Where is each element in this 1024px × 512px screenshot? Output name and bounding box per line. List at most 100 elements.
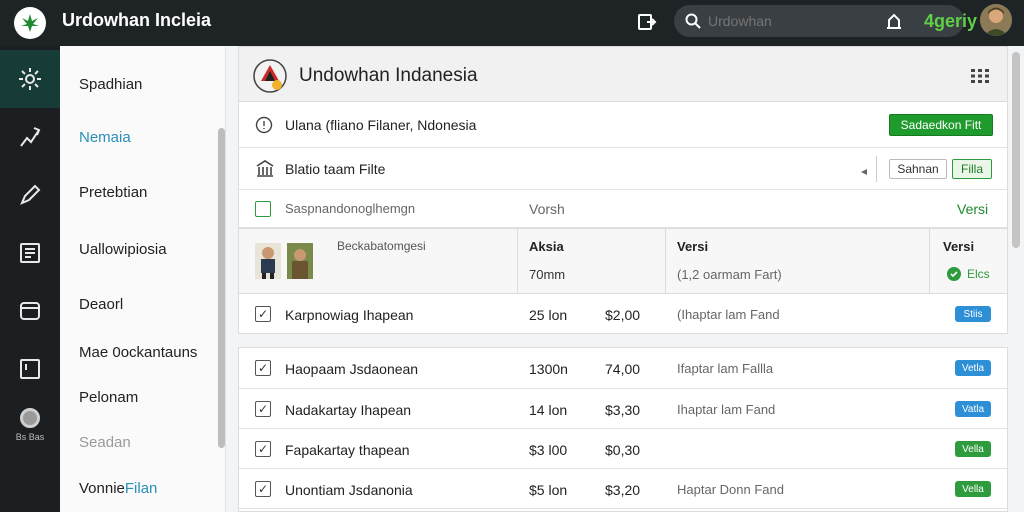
app-title: Urdowhan Incleia — [62, 10, 212, 30]
row-desc: Ihaptar lam Fand — [677, 402, 776, 417]
top-bar: Urdowhan Incleia 4geriy — [0, 0, 1024, 46]
table-row[interactable]: ✓ Fapakartay thapean $3 l00 $0,30 Vella — [239, 429, 1007, 469]
page-title: Undowhan Indanesia — [299, 65, 478, 86]
table-card: ✓ Haopaam Jsdaonean 1300n 74,00 Ifaptar … — [238, 347, 1008, 512]
table-header: Beckabatomgesi Aksia 70mm Versi (1,2 oar… — [238, 228, 1008, 295]
primary-action-button[interactable]: Sadaedkon Fitt — [889, 114, 993, 136]
row-desc: Haptar Donn Fand — [677, 482, 784, 497]
row-price: $2,00 — [605, 307, 641, 323]
pencil-chart-icon[interactable] — [0, 108, 60, 166]
sidebar-item-label: Vonnie — [79, 480, 125, 497]
divider — [876, 156, 877, 182]
select-right-label: Versi — [957, 201, 989, 217]
col-header-c[interactable]: Versi — [943, 239, 974, 254]
column-divider — [517, 229, 518, 295]
status-badge[interactable]: Vetla — [955, 360, 991, 376]
info-icon — [255, 116, 273, 134]
edit-icon[interactable] — [0, 166, 60, 224]
main-panel: Undowhan Indanesia Ulana (fliano Filaner… — [238, 46, 1008, 512]
column-divider — [929, 229, 930, 295]
search-input[interactable] — [708, 13, 848, 29]
gear-icon[interactable] — [0, 50, 60, 108]
info-row: Ulana (fliano Filaner, Ndonesia Sadaedko… — [238, 102, 1008, 148]
row-name: Fapakartay thapean — [285, 442, 410, 458]
leaf-logo-icon[interactable] — [14, 7, 46, 39]
row-name: Karpnowiag Ihapean — [285, 307, 414, 323]
row-name: Unontiam Jsdanonia — [285, 482, 413, 498]
icon-rail: Bs Bas — [0, 46, 60, 512]
table-row[interactable]: ✓ Nadakartay Ihapean 14 lon $3,30 Ihapta… — [239, 389, 1007, 429]
status-badge[interactable]: Vella — [955, 441, 991, 457]
status-text: 4geriy — [924, 10, 978, 31]
sidebar-item-accent: Filan — [124, 480, 158, 497]
rail-footer-label: Bs Bas — [15, 432, 45, 442]
search-bar[interactable]: 4geriy — [674, 5, 977, 37]
col-header-b-sub: (1,2 oarmam Fart) — [677, 267, 782, 282]
select-all-row: Saspnandonoglhemgn Vorsh Versi — [238, 190, 1008, 228]
sidebar-item-nemaia[interactable]: Nemaia — [79, 129, 131, 146]
export-icon[interactable] — [634, 9, 660, 35]
info-text: Ulana (fliano Filaner, Ndonesia — [285, 117, 477, 133]
row-checkbox[interactable]: ✓ — [255, 360, 271, 376]
home-icon[interactable] — [884, 11, 904, 31]
select-col-label: Vorsh — [529, 201, 565, 217]
sidebar-item-uallowipiosia[interactable]: Uallowipiosia — [79, 241, 167, 258]
row-qty: 14 lon — [529, 402, 568, 418]
main-scrollbar[interactable] — [1012, 52, 1020, 248]
avatar[interactable] — [980, 4, 1012, 36]
status-badge[interactable]: Vella — [955, 481, 991, 497]
row-price: $0,30 — [605, 442, 641, 458]
select-all-label: Saspnandonoglhemgn — [285, 201, 416, 216]
col-header-a-sub: 70mm — [529, 267, 566, 282]
sidebar-item-pretebtian[interactable]: Pretebtian — [79, 184, 147, 201]
sidebar-item-deaorl[interactable]: Deaorl — [79, 296, 123, 313]
sidebar-scrollbar[interactable] — [218, 128, 225, 448]
column-divider — [665, 229, 666, 295]
sidebar-item-vonnie-filan[interactable]: VonnieFilan — [79, 480, 157, 497]
select-all-checkbox[interactable] — [255, 201, 271, 217]
panel-icon[interactable] — [0, 340, 60, 398]
row-qty: 1300n — [529, 361, 568, 377]
col-header-a[interactable]: Aksia — [529, 239, 564, 254]
row-qty: $3 l00 — [529, 442, 568, 458]
chevron-icon[interactable] — [859, 164, 869, 175]
check-circle-icon — [947, 267, 961, 281]
row-name: Haopaam Jsdaonean — [285, 361, 419, 377]
grid-menu-icon[interactable] — [971, 69, 989, 83]
row-checkbox[interactable]: ✓ — [255, 401, 271, 417]
window-icon[interactable] — [0, 282, 60, 340]
building-icon — [255, 159, 275, 179]
secondary-button[interactable]: Sahnan — [889, 159, 947, 179]
rail-footer: Bs Bas — [0, 408, 60, 442]
sidebar-item-pelonam[interactable]: Pelonam — [79, 389, 138, 406]
col-header-name: Beckabatomgesi — [337, 239, 426, 253]
row-checkbox[interactable]: ✓ — [255, 441, 271, 457]
list-icon[interactable] — [0, 224, 60, 282]
table-row[interactable]: ✓ Karpnowiag Ihapean 25 lon $2,00 (Ihapt… — [238, 294, 1008, 334]
sidebar-item-seadan[interactable]: Seadan — [79, 434, 131, 451]
avatar — [287, 243, 313, 279]
page-header: Undowhan Indanesia — [238, 46, 1008, 102]
status-badge[interactable]: Vatla — [955, 401, 991, 417]
avatar — [255, 243, 281, 279]
row-qty: $5 lon — [529, 482, 568, 498]
status-badge[interactable]: Stiis — [955, 306, 991, 322]
table-row[interactable]: ✓ Unontiam Jsdanonia $5 lon $3,20 Haptar… — [239, 469, 1007, 509]
row-price: $3,20 — [605, 482, 641, 498]
row-checkbox[interactable]: ✓ — [255, 481, 271, 497]
sidebar: Spadhian Nemaia Pretebtian Uallowipiosia… — [60, 46, 226, 512]
file-row: Blatio taam Filte Sahnan Filla — [238, 148, 1008, 190]
row-qty: 25 lon — [529, 307, 568, 323]
row-desc: (Ihaptar lam Fand — [677, 307, 780, 322]
row-price: 74,00 — [605, 361, 641, 377]
table-row[interactable]: ✓ Haopaam Jsdaonean 1300n 74,00 Ifaptar … — [239, 348, 1007, 389]
row-checkbox[interactable]: ✓ — [255, 306, 271, 322]
filter-button[interactable]: Filla — [952, 159, 992, 179]
row-desc: Ifaptar lam Fallla — [677, 361, 774, 376]
org-logo-icon — [253, 59, 287, 93]
sidebar-item-mae[interactable]: Mae 0ockantauns — [79, 344, 197, 361]
user-dot-icon[interactable] — [20, 408, 40, 428]
col-header-c-status: Elcs — [967, 267, 990, 281]
col-header-b[interactable]: Versi — [677, 239, 708, 254]
sidebar-item-spadhian[interactable]: Spadhian — [79, 76, 142, 93]
